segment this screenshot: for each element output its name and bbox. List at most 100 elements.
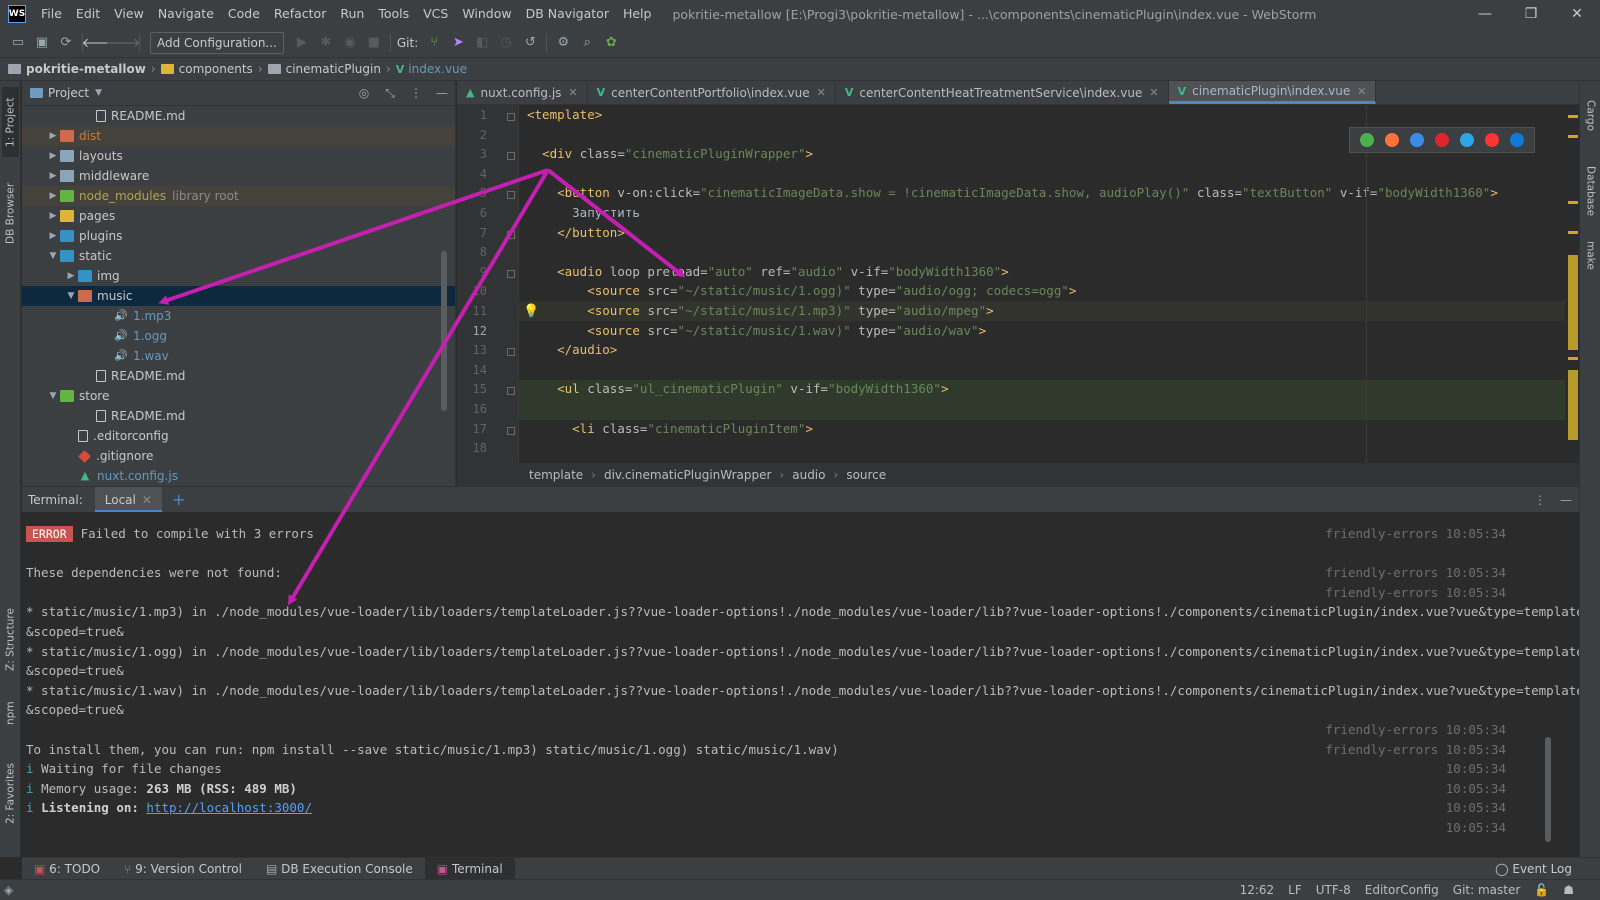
tree-item[interactable]: ▶ img: [22, 266, 455, 286]
minimize-icon[interactable]: —: [1462, 0, 1508, 28]
tree-item[interactable]: ▶ dist: [22, 126, 455, 146]
git-update-icon[interactable]: ⑂: [422, 32, 446, 54]
synchronize-icon[interactable]: ⟳: [54, 32, 78, 54]
tool-tab-project[interactable]: 1: Project: [2, 87, 19, 157]
close-icon[interactable]: ✕: [1357, 85, 1366, 98]
collapse-all-icon[interactable]: ⤡: [377, 86, 403, 101]
event-log-button[interactable]: ◯ Event Log: [1495, 862, 1600, 876]
error-stripe[interactable]: [1565, 105, 1579, 463]
menu-item-code[interactable]: Code: [221, 0, 267, 28]
terminal-output[interactable]: ERROR Failed to compile with 3 errors frie…: [22, 512, 1579, 857]
git-compare-icon[interactable]: ◧: [470, 32, 494, 54]
run-icon[interactable]: ▶: [290, 32, 314, 54]
tree-item[interactable]: ▼ store: [22, 386, 455, 406]
tool-tab-structure[interactable]: Z: Structure: [2, 601, 19, 679]
tree-item[interactable]: README.md: [22, 106, 455, 126]
expanded-arrow-icon[interactable]: ▼: [46, 251, 60, 261]
collapsed-arrow-icon[interactable]: ▶: [46, 211, 60, 221]
tree-item[interactable]: ▶ layouts: [22, 146, 455, 166]
tree-item[interactable]: README.md: [22, 366, 455, 386]
project-view-selector[interactable]: Project: [48, 86, 89, 100]
menu-item-edit[interactable]: Edit: [69, 0, 107, 28]
editor-tab[interactable]: VcenterContentPortfolio\index.vue ✕: [588, 81, 836, 104]
menu-item-view[interactable]: View: [107, 0, 151, 28]
expanded-arrow-icon[interactable]: ▼: [46, 391, 60, 401]
hide-panel-icon[interactable]: —: [1553, 493, 1579, 507]
terminal-tab-local[interactable]: Local ✕: [94, 486, 162, 513]
close-icon[interactable]: ✕: [142, 493, 152, 507]
tool-tab-todo[interactable]: ▣ 6: TODO: [22, 858, 112, 880]
tree-item[interactable]: .gitignore: [22, 446, 455, 466]
tree-item[interactable]: ▶ plugins: [22, 226, 455, 246]
editor-crumb[interactable]: audio: [792, 468, 825, 482]
crumb-cinematic-plugin[interactable]: cinematicPlugin: [267, 62, 381, 76]
error-stripe-mark[interactable]: [1568, 231, 1578, 234]
search-icon[interactable]: ⌕: [575, 32, 599, 54]
menu-item-db-navigator[interactable]: DB Navigator: [519, 0, 616, 28]
tool-tab-database[interactable]: Database: [1582, 155, 1599, 227]
fold-marker-icon[interactable]: [507, 269, 515, 278]
error-stripe-mark[interactable]: [1568, 115, 1578, 118]
tool-tab-db-browser[interactable]: DB Browser: [2, 173, 19, 253]
coverage-icon[interactable]: ◉: [338, 32, 362, 54]
tree-item[interactable]: README.md: [22, 406, 455, 426]
tree-item[interactable]: ▶ node_modules library root: [22, 186, 455, 206]
menu-item-file[interactable]: File: [34, 0, 69, 28]
fold-marker-icon[interactable]: [507, 348, 515, 357]
menu-item-vcs[interactable]: VCS: [416, 0, 455, 28]
error-stripe-mark[interactable]: [1568, 357, 1578, 360]
menu-item-help[interactable]: Help: [616, 0, 659, 28]
tree-item[interactable]: 🔊 1.wav: [22, 346, 455, 366]
collapsed-arrow-icon[interactable]: ▶: [46, 131, 60, 141]
tool-tab-terminal[interactable]: ▣ Terminal: [424, 857, 515, 880]
stop-icon[interactable]: ■: [362, 32, 386, 54]
error-stripe-block[interactable]: [1568, 255, 1578, 350]
tree-item[interactable]: ▼ music: [22, 286, 455, 306]
collapsed-arrow-icon[interactable]: ▶: [46, 171, 60, 181]
tree-item[interactable]: 🔊 1.mp3: [22, 306, 455, 326]
fold-marker-icon[interactable]: [507, 113, 515, 121]
ie-icon[interactable]: [1460, 133, 1475, 147]
intention-bulb-icon[interactable]: 💡: [523, 304, 539, 319]
editor-crumb[interactable]: template: [529, 468, 583, 482]
chrome-icon[interactable]: [1359, 133, 1374, 147]
debug-icon[interactable]: ✱: [314, 32, 338, 54]
error-stripe-block[interactable]: [1568, 370, 1578, 440]
line-separator[interactable]: LF: [1288, 883, 1302, 897]
code-editor[interactable]: 1 2 3 4 5 6 7 8 9 10 11 12 13 14 15 16 17 18 <template> <…: [457, 105, 1579, 463]
fold-marker-icon[interactable]: [507, 152, 515, 161]
expanded-arrow-icon[interactable]: ▼: [64, 291, 78, 301]
menu-item-refactor[interactable]: Refactor: [267, 0, 333, 28]
tool-tab-cargo[interactable]: Cargo: [1582, 87, 1599, 143]
edge-icon[interactable]: [1510, 133, 1525, 147]
tool-tab-make[interactable]: make: [1582, 235, 1599, 275]
opera-icon[interactable]: [1434, 133, 1449, 147]
error-stripe-mark[interactable]: [1568, 201, 1578, 204]
editorconfig-indicator[interactable]: EditorConfig: [1365, 883, 1439, 897]
menu-item-window[interactable]: Window: [455, 0, 518, 28]
lock-icon[interactable]: 🔓: [1534, 883, 1549, 897]
collapsed-arrow-icon[interactable]: ▶: [64, 271, 78, 281]
menu-item-run[interactable]: Run: [333, 0, 371, 28]
more-options-icon[interactable]: ⋮: [1527, 493, 1553, 507]
settings-gear-icon[interactable]: ⚙: [551, 32, 575, 54]
save-all-icon[interactable]: ▣: [30, 32, 54, 54]
editor-crumb[interactable]: div.cinematicPluginWrapper: [604, 468, 771, 482]
fold-marker-icon[interactable]: [507, 387, 515, 396]
yandex-icon[interactable]: [1485, 133, 1500, 147]
layers-icon[interactable]: ◈: [4, 883, 18, 897]
git-commit-icon[interactable]: ➤: [446, 32, 470, 54]
fold-marker-icon[interactable]: [507, 230, 515, 239]
close-icon[interactable]: ✕: [1149, 86, 1158, 99]
collapsed-arrow-icon[interactable]: ▶: [46, 151, 60, 161]
project-scrollbar[interactable]: [441, 251, 447, 411]
file-encoding[interactable]: UTF-8: [1316, 883, 1351, 897]
new-terminal-button[interactable]: +: [172, 490, 185, 509]
notifications-icon[interactable]: ☗: [1563, 883, 1574, 897]
tree-item[interactable]: ▼ static: [22, 246, 455, 266]
localhost-link[interactable]: http://localhost:3000/: [146, 800, 312, 815]
safari-icon[interactable]: [1409, 133, 1424, 147]
fold-marker-icon[interactable]: [507, 191, 515, 200]
restore-icon[interactable]: ❐: [1508, 0, 1554, 28]
collapsed-arrow-icon[interactable]: ▶: [46, 191, 60, 201]
